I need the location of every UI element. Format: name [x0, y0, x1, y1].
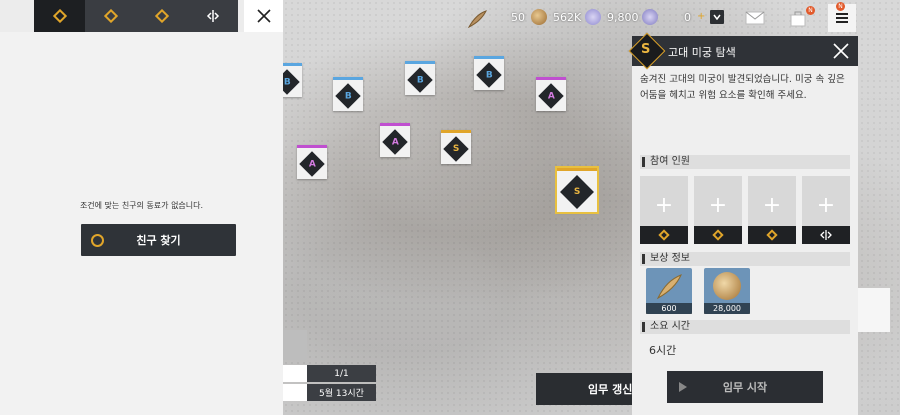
gold-emblem-icon	[658, 229, 670, 241]
info-strip	[283, 384, 307, 401]
start-mission-label: 임무 시작	[722, 381, 768, 394]
gold-emblem-icon	[766, 229, 778, 241]
mail-icon	[745, 11, 765, 25]
shop-bag-icon	[790, 11, 806, 27]
split-arrow-icon	[820, 230, 832, 240]
mission-title: 고대 미궁 탐색	[668, 46, 736, 59]
side-handle[interactable]	[858, 288, 890, 332]
chevron-down-icon	[713, 14, 721, 20]
empty-message: 조건에 맞는 친구의 동료가 없습니다.	[79, 201, 204, 210]
dropdown-button[interactable]	[710, 10, 724, 24]
grade-letter: S	[641, 42, 651, 57]
mission-panel: S 고대 미궁 탐색 숨겨진 고대의 미궁이 발견되었습니다. 미궁 속 깊은 …	[628, 32, 858, 415]
info-strip	[283, 365, 307, 382]
tab-emblem-2[interactable]	[85, 0, 136, 32]
mission-close-button[interactable]	[830, 40, 852, 62]
find-friend-label: 친구 찾기	[136, 234, 181, 247]
shop-button[interactable]: N	[784, 6, 815, 30]
participant-slot[interactable]: +	[748, 176, 796, 244]
plus-icon: +	[816, 192, 836, 218]
gem-value: 9,800	[607, 11, 639, 24]
duration-value: 6시간	[649, 344, 677, 357]
close-icon	[256, 9, 271, 23]
feather-icon	[656, 274, 682, 300]
friend-panel: 조건에 맞는 친구의 동료가 없습니다. 친구 찾기	[0, 0, 283, 415]
panel-close-button[interactable]	[244, 0, 283, 32]
gold-coin-icon	[713, 272, 741, 300]
renew-mission-button[interactable]: 임무 갱신	[536, 373, 636, 405]
participant-slot[interactable]: +	[640, 176, 688, 244]
map-marker-b[interactable]: B	[405, 61, 435, 95]
map-marker-a[interactable]: A	[297, 145, 327, 179]
reward-qty: 600	[646, 303, 692, 314]
reward-item[interactable]: 28,000	[704, 268, 750, 314]
start-mission-button[interactable]: 임무 시작	[667, 371, 823, 403]
mission-header: S 고대 미궁 탐색	[628, 32, 858, 70]
hamburger-icon	[836, 13, 848, 23]
info-box	[283, 330, 307, 360]
tab-split[interactable]	[187, 0, 238, 32]
plus-icon: +	[762, 192, 782, 218]
participant-slot[interactable]: +	[694, 176, 742, 244]
reward-qty: 28,000	[704, 303, 750, 314]
gold-coin-icon	[531, 9, 547, 25]
feather-icon	[467, 10, 487, 29]
crystal-icon	[642, 9, 658, 25]
reward-item[interactable]: 600	[646, 268, 692, 314]
participant-slot[interactable]: +	[802, 176, 850, 244]
gold-value: 562K	[553, 11, 582, 24]
map-marker-s-selected[interactable]: S	[555, 166, 599, 214]
rewards-heading: 보상 정보	[640, 252, 850, 266]
page-indicator: 1/1	[307, 365, 376, 382]
close-icon	[833, 43, 849, 59]
plus-icon[interactable]: +	[697, 11, 705, 22]
gold-emblem-icon	[52, 9, 67, 23]
plus-icon: +	[708, 192, 728, 218]
tab-emblem-1[interactable]	[34, 0, 85, 32]
gem-icon	[585, 9, 601, 25]
tab-emblem-3[interactable]	[136, 0, 187, 32]
notification-badge: N	[806, 6, 815, 15]
map-marker-a[interactable]: A	[536, 77, 566, 111]
menu-button[interactable]: N	[828, 2, 856, 32]
map-marker-b[interactable]: B	[333, 77, 363, 111]
split-arrow-icon	[206, 10, 219, 22]
ring-icon	[91, 234, 104, 247]
find-friend-button[interactable]: 친구 찾기	[81, 224, 236, 256]
stamina-value: 50	[511, 11, 525, 24]
time-remaining: 5월 13시간	[307, 384, 376, 401]
participants-heading: 참여 인원	[640, 155, 850, 169]
plus-icon: +	[654, 192, 674, 218]
play-icon	[679, 382, 687, 392]
map-marker-b[interactable]: B	[474, 56, 504, 90]
ticket-value: 0	[684, 11, 691, 24]
notification-badge: N	[836, 2, 845, 11]
mission-description: 숨겨진 고대의 미궁이 발견되었습니다. 미궁 속 깊은 어둠을 헤치고 위험 …	[640, 74, 845, 101]
mail-button[interactable]	[741, 6, 769, 30]
duration-heading: 소요 시간	[640, 320, 850, 334]
gold-emblem-icon	[103, 9, 118, 23]
map-marker-a[interactable]: A	[380, 123, 410, 157]
friend-tabbar	[0, 0, 283, 32]
gold-emblem-icon	[154, 9, 169, 23]
map-marker-s[interactable]: S	[441, 130, 471, 164]
gold-emblem-icon	[712, 229, 724, 241]
